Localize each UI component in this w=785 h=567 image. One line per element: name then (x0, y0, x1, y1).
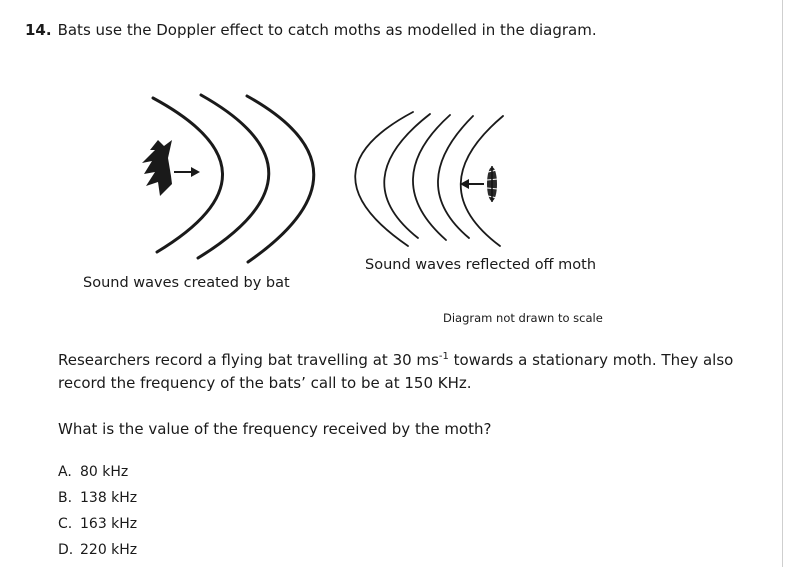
unit-exponent: -1 (438, 351, 449, 362)
option-b[interactable]: B. 138 kHz (58, 488, 137, 514)
option-text: 80 kHz (80, 464, 129, 480)
reflected-wave-3 (412, 114, 451, 241)
moth-direction-arrow (460, 179, 484, 189)
option-letter: B. (58, 490, 73, 506)
reflected-wave-2 (383, 113, 431, 239)
bat-sound-waves (151, 93, 316, 264)
option-c[interactable]: C. 163 kHz (58, 514, 137, 540)
body-line-2: record the frequency of the bats’ call t… (58, 374, 472, 392)
question-body: Researchers record a flying bat travelli… (58, 349, 733, 395)
bat-icon (142, 140, 172, 196)
option-text: 138 kHz (80, 490, 138, 506)
option-text: 163 kHz (80, 516, 138, 532)
bat-wave-2 (196, 93, 271, 260)
bat-wave-3 (245, 94, 316, 264)
answer-options: A. 80 kHz B. 138 kHz C. 163 kHz D. 220 kHz (58, 462, 137, 566)
label-bat-waves: Sound waves created by bat (83, 275, 290, 291)
option-letter: D. (58, 542, 74, 558)
option-text: 220 kHz (80, 542, 138, 558)
reflected-wave-4 (437, 115, 474, 239)
option-letter: A. (58, 464, 72, 480)
bat-direction-arrow (174, 167, 200, 177)
body-line-1-end: towards a stationary moth. They also (448, 351, 734, 369)
option-d[interactable]: D. 220 kHz (58, 540, 137, 566)
option-a[interactable]: A. 80 kHz (58, 462, 137, 488)
body-line-1-start: Researchers record a flying bat travelli… (58, 351, 439, 369)
question-prompt: What is the value of the frequency recei… (58, 420, 492, 438)
body-line-1: Researchers record a flying bat travelli… (58, 349, 733, 372)
scale-note: Diagram not drawn to scale (443, 311, 603, 325)
label-reflected-waves: Sound waves reflected off moth (365, 257, 597, 273)
option-letter: C. (58, 516, 73, 532)
moth-icon (486, 166, 499, 202)
moth-reflected-waves (354, 111, 504, 247)
